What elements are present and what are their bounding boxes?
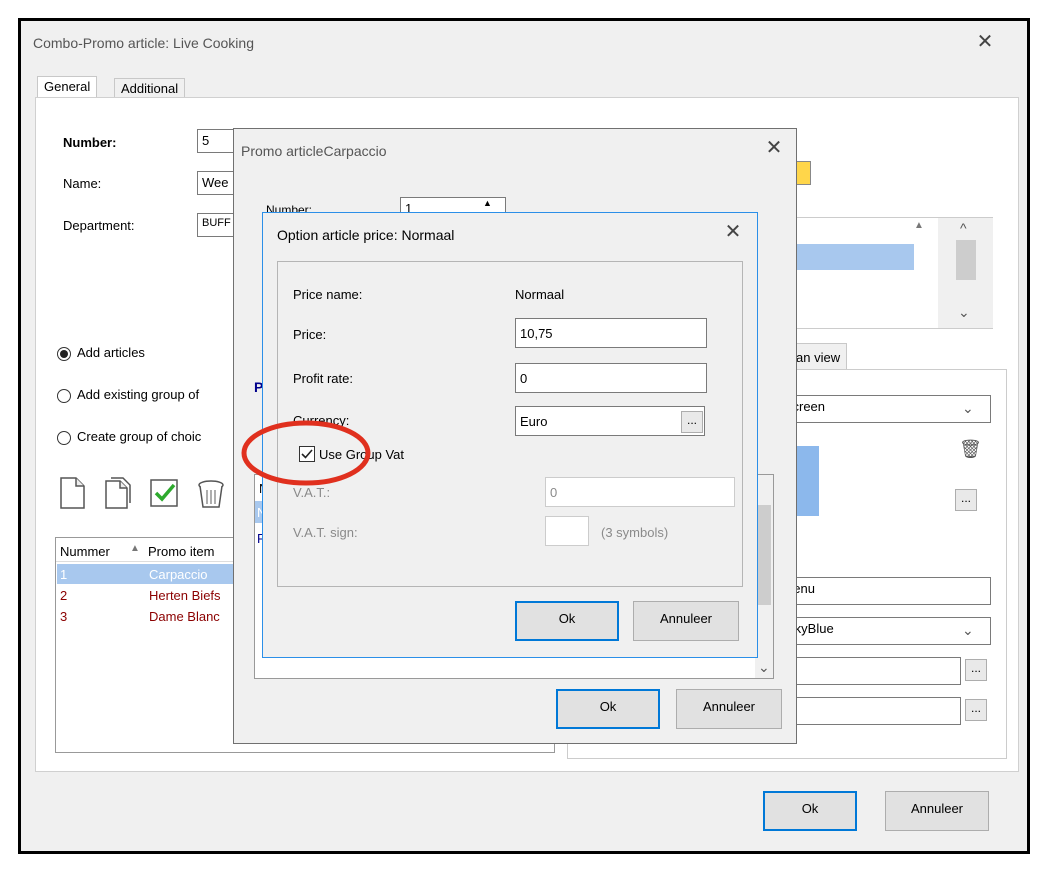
ok-button[interactable]: Ok xyxy=(556,689,660,729)
radio-create-group[interactable] xyxy=(57,431,71,445)
profit-rate-label: Profit rate: xyxy=(293,371,353,386)
spinner-up-icon[interactable]: ▲ xyxy=(483,198,492,208)
number-label: Number: xyxy=(63,135,117,150)
option-dialog-title: Option article price: Normaal xyxy=(277,227,455,243)
cancel-button[interactable]: Annuleer xyxy=(676,689,782,729)
list-item[interactable] xyxy=(782,244,914,270)
tab-general[interactable]: General xyxy=(37,76,98,98)
name-label: Name: xyxy=(63,176,102,191)
row-item: Herten Biefs xyxy=(149,588,221,603)
scrollbar-thumb[interactable] xyxy=(956,240,976,280)
cancel-button[interactable]: Annuleer xyxy=(633,601,739,641)
currency-value: Euro xyxy=(520,414,548,429)
menu-field[interactable]: nenu xyxy=(781,577,991,605)
promo-dialog-title: Promo articleCarpaccio xyxy=(241,143,387,159)
tab-additional[interactable]: Additional xyxy=(114,78,186,98)
ellipsis-button[interactable]: ... xyxy=(965,699,987,721)
new-document-icon[interactable] xyxy=(57,476,89,510)
field-b[interactable]: a xyxy=(781,697,961,725)
department-label: Department: xyxy=(63,218,135,233)
currency-field[interactable]: Euro xyxy=(515,406,705,436)
scrollbar-thumb[interactable] xyxy=(757,505,771,605)
cancel-button[interactable]: Annuleer xyxy=(885,791,989,831)
ok-button[interactable]: Ok xyxy=(515,601,619,641)
delete-bin-icon[interactable] xyxy=(195,476,227,510)
table-row[interactable]: 3 Dame Blanc xyxy=(57,606,237,626)
profit-rate-input[interactable]: 0 xyxy=(515,363,707,393)
price-label: Price: xyxy=(293,327,327,342)
sort-arrow-icon: ▲ xyxy=(914,220,924,231)
vat-sign-input[interactable] xyxy=(545,516,589,546)
table-row[interactable]: 2 Herten Biefs xyxy=(57,585,237,605)
color-select[interactable]: SkyBlue ⌄ xyxy=(781,617,991,645)
row-item: Carpaccio xyxy=(149,567,208,582)
radio-add-articles-label: Add articles xyxy=(77,345,145,360)
row-number: 2 xyxy=(60,588,68,603)
trash-icon[interactable]: 🗑 xyxy=(959,439,982,460)
ellipsis-button[interactable]: ... xyxy=(955,489,977,511)
radio-add-articles[interactable] xyxy=(57,347,71,361)
chevron-down-icon[interactable]: ⌄ xyxy=(958,304,970,321)
scrollbar[interactable]: ^ ⌄ xyxy=(938,218,993,328)
close-icon[interactable]: ✕ xyxy=(760,135,788,160)
price-name-value: Normaal xyxy=(515,287,565,302)
ellipsis-button[interactable]: ... xyxy=(965,659,987,681)
row-number: 1 xyxy=(60,567,68,582)
chevron-down-icon: ⌄ xyxy=(962,400,974,416)
table-row[interactable]: 1 Carpaccio xyxy=(57,564,237,584)
sort-arrow-icon: ▲ xyxy=(130,543,140,554)
chevron-down-icon: ⌄ xyxy=(962,622,974,638)
ok-button[interactable]: Ok xyxy=(763,791,857,831)
radio-create-group-label: Create group of choic xyxy=(77,429,202,444)
price-input[interactable]: 10,75 xyxy=(515,318,707,348)
radio-add-existing-group[interactable] xyxy=(57,389,71,403)
close-icon[interactable]: ✕ xyxy=(971,29,999,54)
ellipsis-button[interactable]: ... xyxy=(681,411,703,433)
price-name-label: Price name: xyxy=(293,287,363,302)
chevron-up-icon[interactable]: ^ xyxy=(960,220,967,236)
vat-sign-hint: (3 symbols) xyxy=(601,525,669,540)
checkmark-icon[interactable] xyxy=(149,476,181,510)
field-a[interactable]: a xyxy=(781,657,961,685)
close-icon[interactable]: ✕ xyxy=(719,219,747,244)
col-number-header[interactable]: Nummer xyxy=(60,544,110,559)
screen-select[interactable]: screen ⌄ xyxy=(781,395,991,423)
col-promo-header[interactable]: Promo item xyxy=(148,544,214,559)
highlight-circle xyxy=(240,418,372,488)
row-item: Dame Blanc xyxy=(149,609,220,624)
radio-add-existing-group-label: Add existing group of xyxy=(77,387,200,402)
copy-document-icon[interactable] xyxy=(103,476,135,510)
right-listbox[interactable]: ▲ ^ ⌄ xyxy=(781,217,993,329)
row-number: 3 xyxy=(60,609,68,624)
chevron-down-icon[interactable]: ⌄ xyxy=(758,659,770,676)
vat-sign-label: V.A.T. sign: xyxy=(293,525,358,540)
main-window-title: Combo-Promo article: Live Cooking xyxy=(33,35,254,51)
vat-input[interactable]: 0 xyxy=(545,477,735,507)
tab-plan-view[interactable]: an view xyxy=(789,343,848,369)
